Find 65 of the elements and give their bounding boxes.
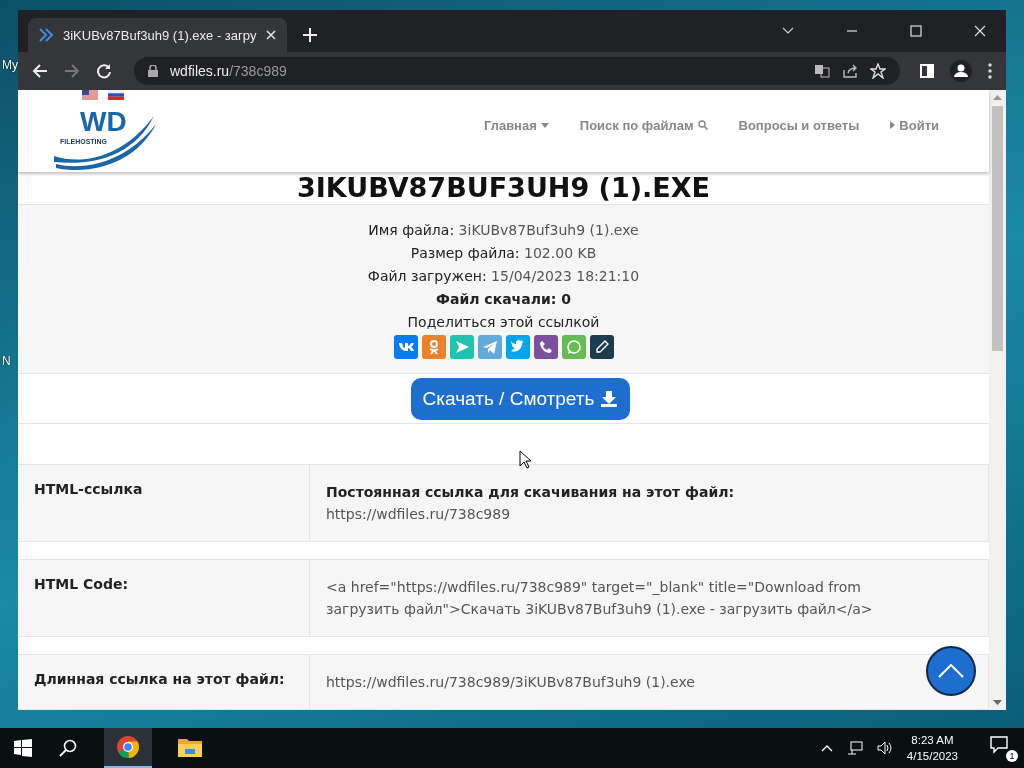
share-button[interactable] (589, 335, 614, 359)
lock-icon (148, 65, 158, 77)
table-row-header: Длинная ссылка на этот файл: (18, 655, 310, 709)
new-tab-icon[interactable] (303, 28, 318, 42)
table-row-header: HTML Code: (18, 560, 310, 636)
side-panel-icon[interactable] (920, 64, 934, 78)
network-icon[interactable] (846, 741, 863, 755)
notification-count: 1 (1006, 750, 1018, 762)
chevron-up-icon[interactable] (820, 744, 833, 752)
nav-link[interactable]: Поиск по файлам (579, 117, 708, 133)
clock[interactable]: 8:23 AM 4/15/2023 (906, 732, 958, 764)
bird-icon (509, 339, 526, 355)
double-chevron-icon (38, 27, 54, 43)
share-caption: Поделиться этой ссылкой (407, 313, 600, 332)
share-icon[interactable] (842, 63, 858, 79)
forward-arrow-icon[interactable] (64, 63, 80, 79)
chrome-icon (116, 735, 140, 759)
russian-flag-icon[interactable] (108, 90, 124, 100)
search-icon (697, 120, 708, 130)
browser-tab[interactable]: 3iKUBv87Buf3uh9 (1).exe - загру (28, 18, 288, 52)
paper-plane-icon (453, 339, 470, 355)
maximize-icon[interactable] (910, 25, 922, 37)
file-info-line: Файл загружен: 15/04/2023 18:21:10 (367, 267, 640, 286)
reload-icon[interactable] (96, 63, 112, 79)
desktop-icon-label: N (2, 354, 11, 368)
table-cell-text: https://wdfiles.ru/738c989/3iKUBv87Buf3uh9 (1).exe (326, 674, 695, 690)
file-info-line: Имя файла: 3iKUBv87Buf3uh9 (1).exe (368, 221, 639, 240)
address-bar[interactable]: wdfiles.ru/738c989 (134, 57, 900, 85)
close-icon[interactable] (974, 25, 986, 37)
scrollbar-thumb[interactable] (992, 106, 1003, 351)
download-button[interactable]: Скачать / Смотреть (410, 377, 631, 420)
back-arrow-icon[interactable] (32, 63, 48, 79)
taskbar-app-button[interactable] (104, 728, 152, 768)
translate-icon[interactable] (814, 63, 830, 79)
star-icon[interactable] (870, 63, 886, 79)
download-icon (600, 389, 619, 408)
menu-icon[interactable] (988, 63, 992, 79)
chat-bubble-icon (990, 736, 1010, 754)
chevron-down-icon[interactable] (782, 27, 794, 35)
share-button[interactable] (533, 335, 558, 359)
folder-icon (178, 737, 202, 757)
volume-icon[interactable] (876, 741, 893, 755)
file-info-line: Размер файла: 102.00 KB (410, 244, 597, 263)
windows-logo-icon[interactable] (14, 739, 32, 757)
profile-icon[interactable] (950, 60, 972, 82)
us-flag-icon[interactable] (82, 90, 98, 100)
table-cell-text: <a href="https://wdfiles.ru/738c989" target="_blank" title="Download from загрузить файл">Скачать 3iKUBv87Buf3uh9 (1).exe - загрузить файл</a> (326, 579, 873, 617)
nav-link[interactable]: Вопросы и ответы (738, 117, 860, 133)
desktop-icon-label: My (2, 58, 18, 72)
nav-link[interactable]: Войти (890, 117, 939, 133)
phone-icon (537, 339, 554, 355)
close-icon[interactable] (265, 29, 278, 41)
scroll-down-arrow-icon[interactable] (993, 700, 1002, 705)
nav-link[interactable]: Главная (483, 117, 549, 133)
caret-down-icon (540, 122, 549, 128)
pencil-icon (593, 339, 610, 355)
file-info-line: Файл скачали: 0 (436, 290, 571, 309)
file-title: 3IKUBV87BUF3UH9 (1).EXE (296, 172, 711, 204)
search-icon[interactable] (59, 739, 77, 757)
chevron-up-icon (938, 664, 964, 678)
chat-bubble-icon (565, 339, 582, 355)
paper-plane-icon (481, 339, 498, 355)
table-cell-text: Постоянная ссылка для скачивания на этот файл: https://wdfiles.ru/738c989 (326, 484, 735, 522)
caret-right-icon (890, 121, 896, 129)
table-row-header: HTML-ссылка (18, 465, 310, 541)
